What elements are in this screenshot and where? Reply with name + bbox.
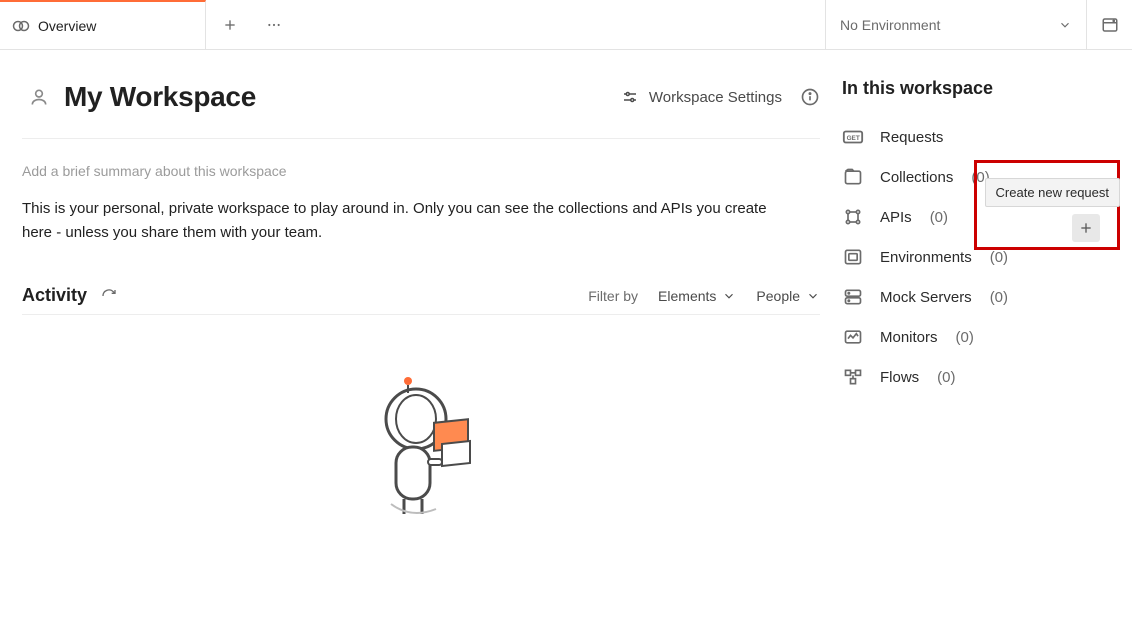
api-icon [842,206,864,228]
main-area: My Workspace Workspace Settings Add a br… [0,50,1132,519]
workspace-header: My Workspace Workspace Settings [22,50,820,139]
get-badge-icon: GET [842,126,864,148]
environment-selector[interactable]: No Environment [826,17,1086,33]
monitor-icon [842,326,864,348]
activity-title: Activity [22,285,87,306]
tab-more-button[interactable] [254,5,294,45]
tab-actions [206,0,294,49]
refresh-icon[interactable] [101,288,117,304]
empty-state-illustration [22,369,820,519]
filter-people-dropdown[interactable]: People [756,288,820,304]
sidebar-item-label: Environments [880,249,972,266]
environment-area: No Environment [825,0,1132,49]
sidebar-item-label: Mock Servers [880,289,972,306]
tab-overview[interactable]: Overview [0,0,206,49]
chevron-down-icon [722,289,736,303]
sidebar-item-count: (0) [990,289,1008,306]
header-right: Workspace Settings [621,87,820,107]
sidebar-item-label: Flows [880,369,919,386]
tab-bar: Overview No Environment [0,0,1132,50]
in-this-workspace-title: In this workspace [842,78,1110,99]
filter-elements-dropdown[interactable]: Elements [658,288,736,304]
filter-by-label: Filter by [588,288,638,304]
chevron-down-icon [1058,18,1072,32]
activity-header: Activity Filter by Elements People [22,285,820,315]
environment-selected-label: No Environment [840,17,940,33]
summary-placeholder[interactable]: Add a brief summary about this workspace [22,163,820,179]
tab-overview-label: Overview [38,18,96,34]
overview-icon [12,17,30,35]
create-request-button[interactable] [1072,214,1100,242]
folder-icon [842,166,864,188]
sidebar-item-requests[interactable]: GET Requests [842,117,1110,157]
activity-filters: Filter by Elements People [588,288,820,304]
filter-people-label: People [756,288,800,304]
info-icon[interactable] [800,87,820,107]
server-icon [842,286,864,308]
svg-text:GET: GET [847,135,860,142]
sidebar-item-label: APIs [880,209,912,226]
new-tab-button[interactable] [210,5,250,45]
sidebar-item-count: (0) [990,249,1008,266]
sidebar-item-count: (0) [930,209,948,226]
sidebar-item-environments[interactable]: Environments (0) [842,237,1110,277]
workspace-settings-label: Workspace Settings [649,89,782,106]
sliders-icon [621,88,639,106]
plus-icon [1078,220,1094,236]
sidebar-item-count: (0) [956,329,974,346]
sidebar-item-label: Collections [880,169,953,186]
create-request-tooltip: Create new request [985,178,1120,207]
sidebar-item-flows[interactable]: Flows (0) [842,357,1110,397]
flows-icon [842,366,864,388]
workspace-title: My Workspace [64,81,256,113]
sidebar-item-label: Monitors [880,329,938,346]
sidebar-item-count: (0) [937,369,955,386]
content: My Workspace Workspace Settings Add a br… [0,50,842,519]
workspace-settings-button[interactable]: Workspace Settings [621,88,782,106]
sidebar-item-mock-servers[interactable]: Mock Servers (0) [842,277,1110,317]
environment-quicklook-button[interactable] [1086,0,1132,50]
right-sidebar: In this workspace GET Requests Collectio… [842,50,1132,519]
workspace-description: This is your personal, private workspace… [22,197,782,245]
person-icon [22,80,56,114]
sidebar-item-label: Requests [880,129,943,146]
chevron-down-icon [806,289,820,303]
sidebar-item-monitors[interactable]: Monitors (0) [842,317,1110,357]
environment-icon [842,246,864,268]
filter-elements-label: Elements [658,288,716,304]
